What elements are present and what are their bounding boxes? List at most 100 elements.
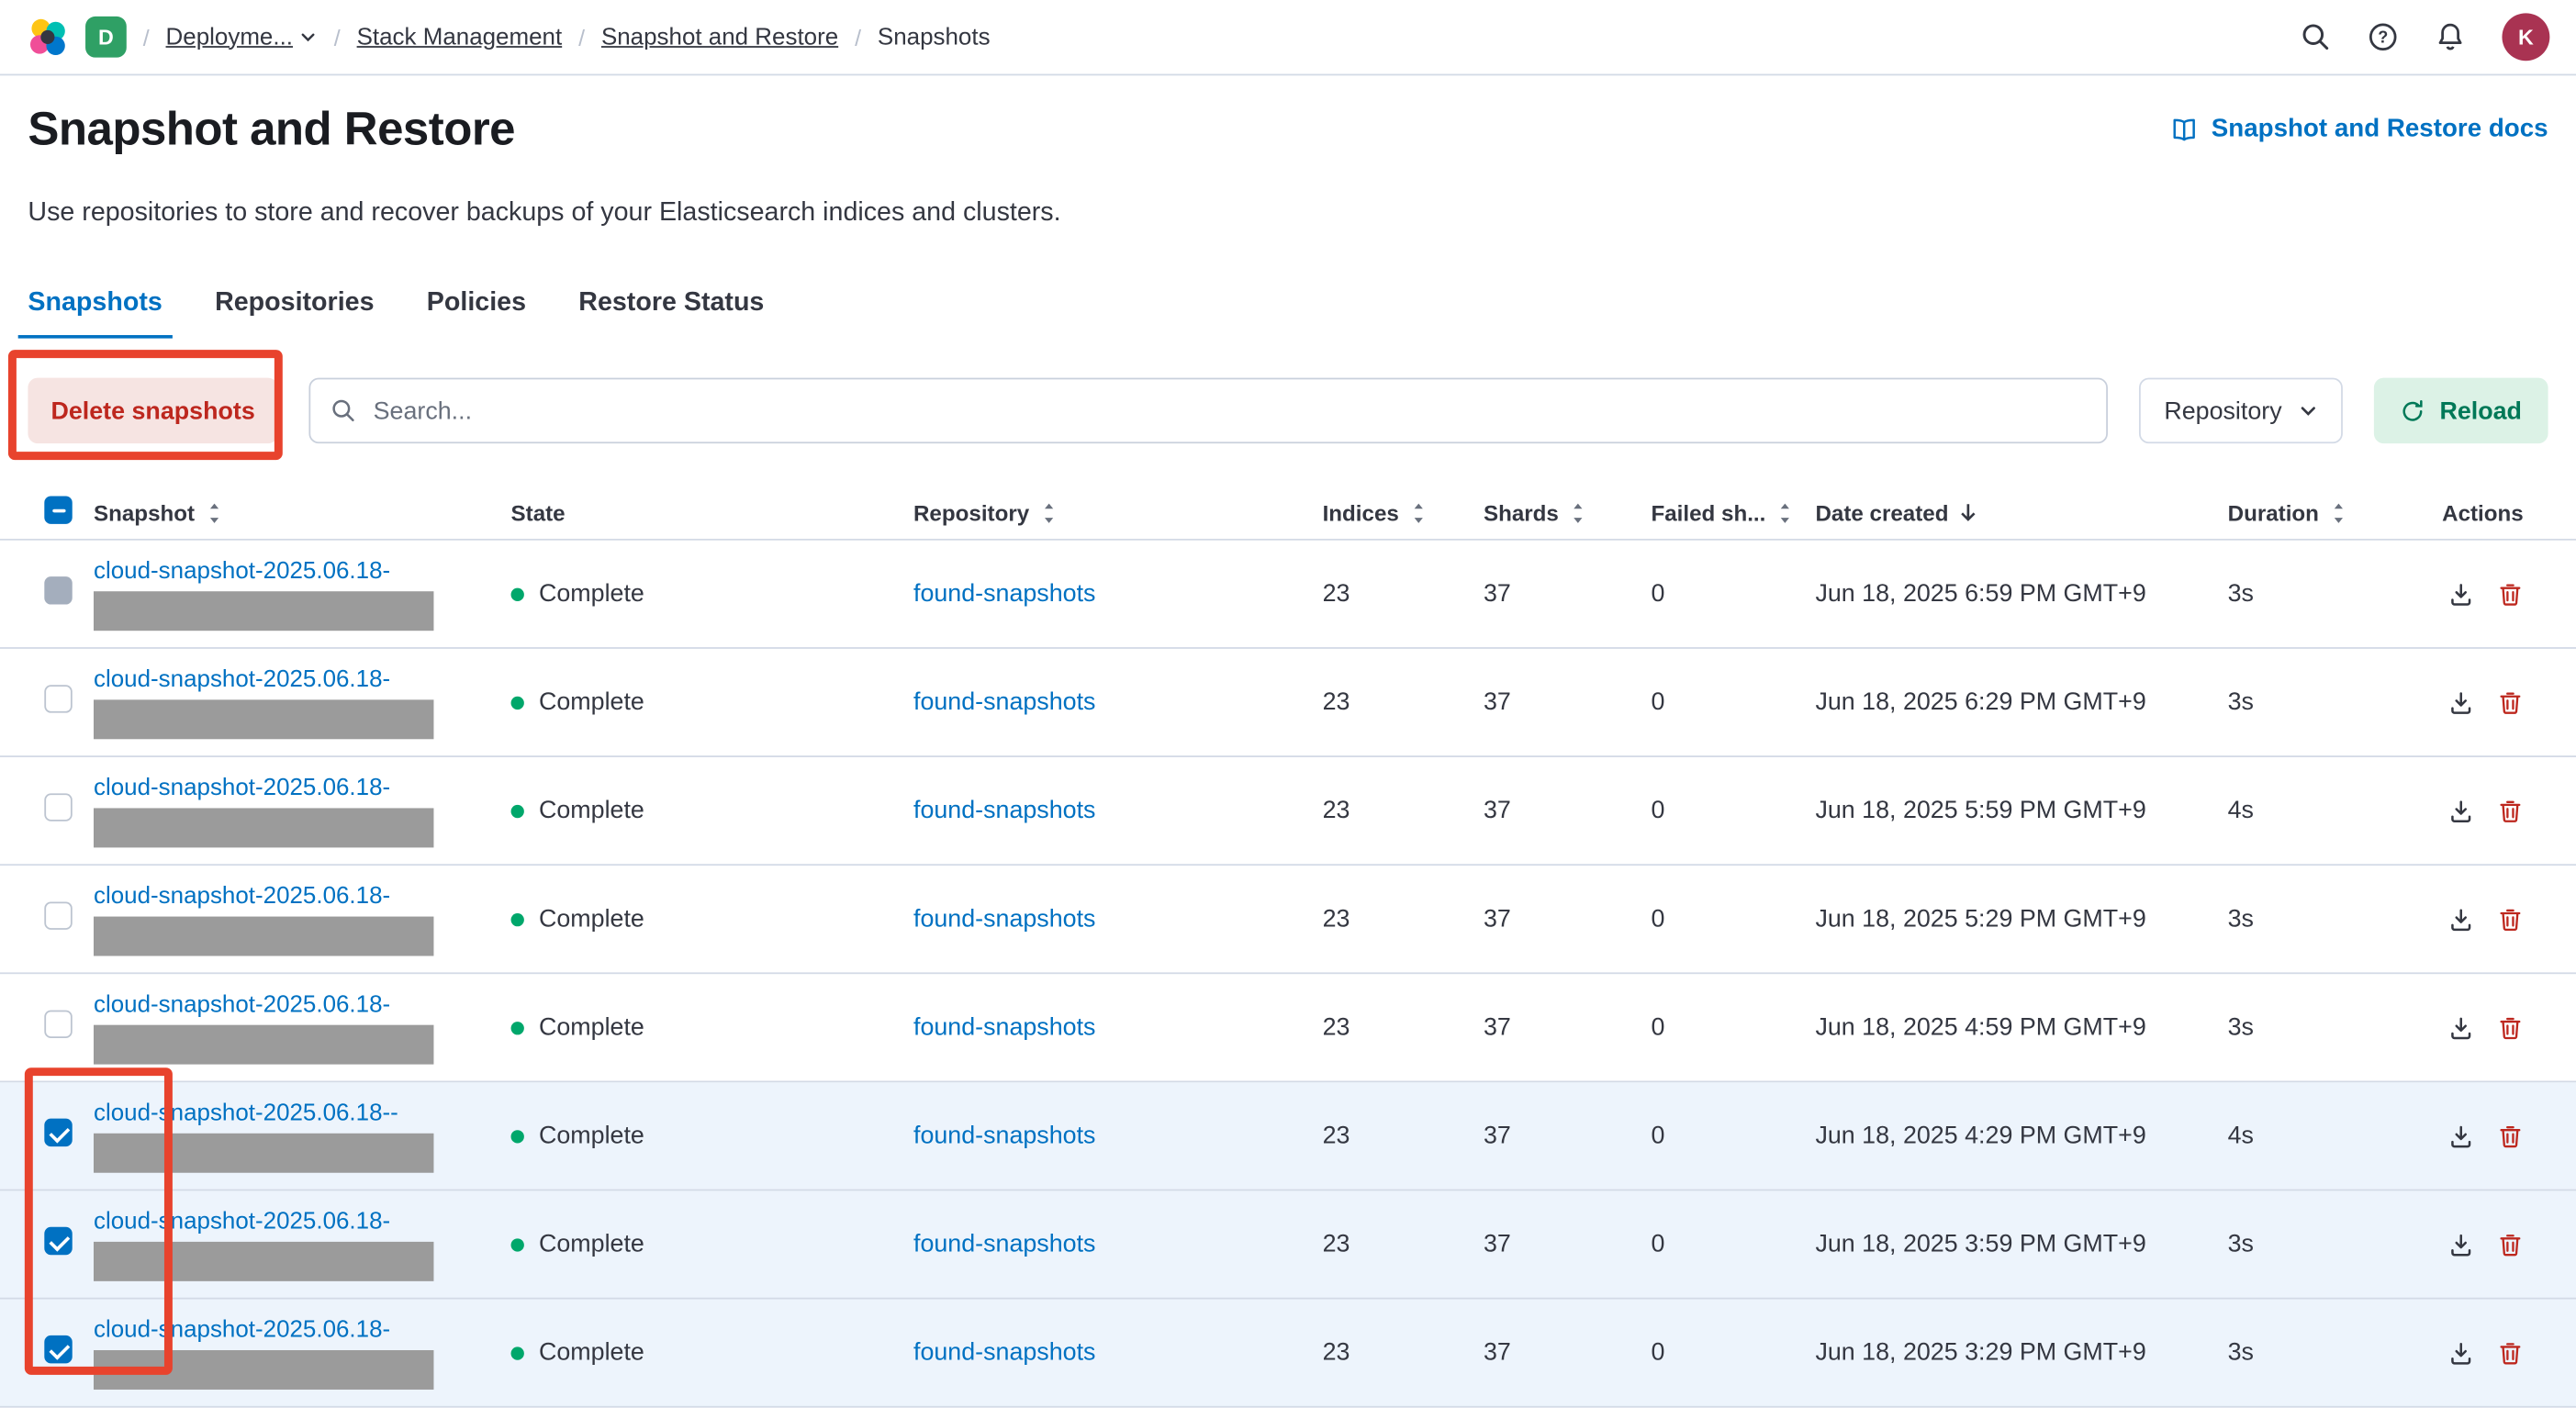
delete-snapshots-button[interactable]: Delete snapshots <box>28 378 277 444</box>
delete-snapshot-button[interactable] <box>2497 1231 2524 1257</box>
tab-snapshots[interactable]: Snapshots <box>18 274 173 339</box>
breadcrumb-snapshot-and-restore[interactable]: Snapshot and Restore <box>601 24 838 50</box>
breadcrumb-separator: / <box>578 24 585 50</box>
chevron-down-icon <box>299 28 318 46</box>
column-header-repository[interactable]: Repository <box>913 500 1323 525</box>
duration-value: 3s <box>2228 1230 2254 1257</box>
tab-restore-status[interactable]: Restore Status <box>569 274 775 339</box>
date-created-value: Jun 18, 2025 3:29 PM GMT+9 <box>1815 1338 2145 1366</box>
snapshot-link[interactable]: cloud-snapshot-2025.06.18- <box>94 1316 390 1343</box>
column-label: Actions <box>2442 500 2524 525</box>
snapshot-link[interactable]: cloud-snapshot-2025.06.18- <box>94 666 390 693</box>
snapshot-link[interactable]: cloud-snapshot-2025.06.18- <box>94 558 390 585</box>
delete-snapshot-button[interactable] <box>2497 1014 2524 1041</box>
trash-icon <box>2497 689 2524 716</box>
repository-link[interactable]: found-snapshots <box>913 797 1095 824</box>
tab-policies[interactable]: Policies <box>417 274 536 339</box>
row-checkbox[interactable] <box>44 1011 72 1038</box>
state-label: Complete <box>539 580 644 608</box>
sort-icon <box>205 502 223 523</box>
breadcrumb-deployment[interactable]: Deployme... <box>166 24 318 50</box>
tab-repositories[interactable]: Repositories <box>205 274 384 339</box>
delete-snapshot-button[interactable] <box>2497 689 2524 716</box>
sort-icon <box>1775 502 1794 523</box>
column-label: Date created <box>1815 500 1948 525</box>
column-header-date-created[interactable]: Date created <box>1815 500 2227 525</box>
refresh-icon <box>2400 398 2425 423</box>
snapshot-link[interactable]: cloud-snapshot-2025.06.18- <box>94 991 390 1018</box>
status-dot <box>511 1347 524 1359</box>
download-icon <box>2447 689 2474 716</box>
delete-snapshot-button[interactable] <box>2497 798 2524 824</box>
column-header-indices[interactable]: Indices <box>1323 500 1484 525</box>
failed-shards-value: 0 <box>1651 1013 1664 1041</box>
redacted-snapshot-name <box>94 1349 433 1389</box>
delete-snapshot-button[interactable] <box>2497 581 2524 608</box>
help-button[interactable]: ? <box>2368 21 2399 52</box>
download-snapshot-button[interactable] <box>2447 798 2474 824</box>
breadcrumb-separator: / <box>143 24 150 50</box>
repository-link[interactable]: found-snapshots <box>913 1122 1095 1149</box>
select-all-checkbox[interactable] <box>44 496 72 523</box>
duration-value: 4s <box>2228 1122 2254 1149</box>
row-checkbox[interactable] <box>44 576 72 604</box>
reload-button[interactable]: Reload <box>2374 378 2548 444</box>
row-checkbox[interactable] <box>44 901 72 929</box>
breadcrumb-stack-management[interactable]: Stack Management <box>357 24 563 50</box>
row-checkbox[interactable] <box>44 1119 72 1146</box>
duration-value: 3s <box>2228 1013 2254 1041</box>
repository-link[interactable]: found-snapshots <box>913 688 1095 716</box>
delete-snapshot-button[interactable] <box>2497 1339 2524 1366</box>
snapshot-link[interactable]: cloud-snapshot-2025.06.18-- <box>94 1100 398 1126</box>
snapshot-link[interactable]: cloud-snapshot-2025.06.18- <box>94 1208 390 1235</box>
download-snapshot-button[interactable] <box>2447 1123 2474 1149</box>
indices-value: 23 <box>1323 905 1350 933</box>
download-snapshot-button[interactable] <box>2447 581 2474 608</box>
breadcrumb-separator: / <box>855 24 861 50</box>
download-snapshot-button[interactable] <box>2447 689 2474 716</box>
repository-link[interactable]: found-snapshots <box>913 1338 1095 1366</box>
trash-icon <box>2497 1123 2524 1149</box>
column-header-snapshot[interactable]: Snapshot <box>94 500 511 525</box>
repository-link[interactable]: found-snapshots <box>913 905 1095 933</box>
download-snapshot-button[interactable] <box>2447 1231 2474 1257</box>
status-dot <box>511 804 524 817</box>
column-label: Duration <box>2228 500 2319 525</box>
chevron-down-icon <box>2299 401 2318 420</box>
download-icon <box>2447 906 2474 933</box>
repository-link[interactable]: found-snapshots <box>913 1013 1095 1041</box>
row-checkbox[interactable] <box>44 793 72 821</box>
column-header-duration[interactable]: Duration <box>2228 500 2425 525</box>
duration-value: 3s <box>2228 905 2254 933</box>
row-checkbox[interactable] <box>44 1335 72 1363</box>
snapshot-link[interactable]: cloud-snapshot-2025.06.18- <box>94 775 390 801</box>
repository-filter-button[interactable]: Repository <box>2139 378 2342 444</box>
indices-value: 23 <box>1323 1122 1350 1149</box>
repository-link[interactable]: found-snapshots <box>913 580 1095 608</box>
table-row: cloud-snapshot-2025.06.18-Completefound-… <box>0 1190 2576 1299</box>
row-checkbox[interactable] <box>44 685 72 712</box>
user-avatar[interactable]: K <box>2502 13 2549 61</box>
delete-snapshot-button[interactable] <box>2497 1123 2524 1149</box>
elastic-logo[interactable] <box>27 16 70 59</box>
download-snapshot-button[interactable] <box>2447 1014 2474 1041</box>
repository-link[interactable]: found-snapshots <box>913 1230 1095 1257</box>
column-header-shards[interactable]: Shards <box>1484 500 1652 525</box>
help-icon: ? <box>2368 21 2399 52</box>
snapshots-toolbar: Delete snapshots Repository Reload <box>28 378 2548 444</box>
table-row: cloud-snapshot-2025.06.18- Complete found-… <box>0 541 2576 649</box>
notifications-button[interactable] <box>2435 21 2466 52</box>
search-button[interactable] <box>2300 21 2331 52</box>
download-snapshot-button[interactable] <box>2447 1339 2474 1366</box>
download-snapshot-button[interactable] <box>2447 906 2474 933</box>
duration-value: 3s <box>2228 688 2254 716</box>
search-input[interactable] <box>370 395 2087 426</box>
delete-snapshot-button[interactable] <box>2497 906 2524 933</box>
deployment-badge[interactable]: D <box>85 17 127 58</box>
snapshot-link[interactable]: cloud-snapshot-2025.06.18- <box>94 883 390 910</box>
row-checkbox[interactable] <box>44 1227 72 1255</box>
column-header-failed-shards[interactable]: Failed sh... <box>1651 500 1815 525</box>
state-label: Complete <box>539 905 644 933</box>
docs-link[interactable]: Snapshot and Restore docs <box>2170 115 2548 144</box>
trash-icon <box>2497 1339 2524 1366</box>
